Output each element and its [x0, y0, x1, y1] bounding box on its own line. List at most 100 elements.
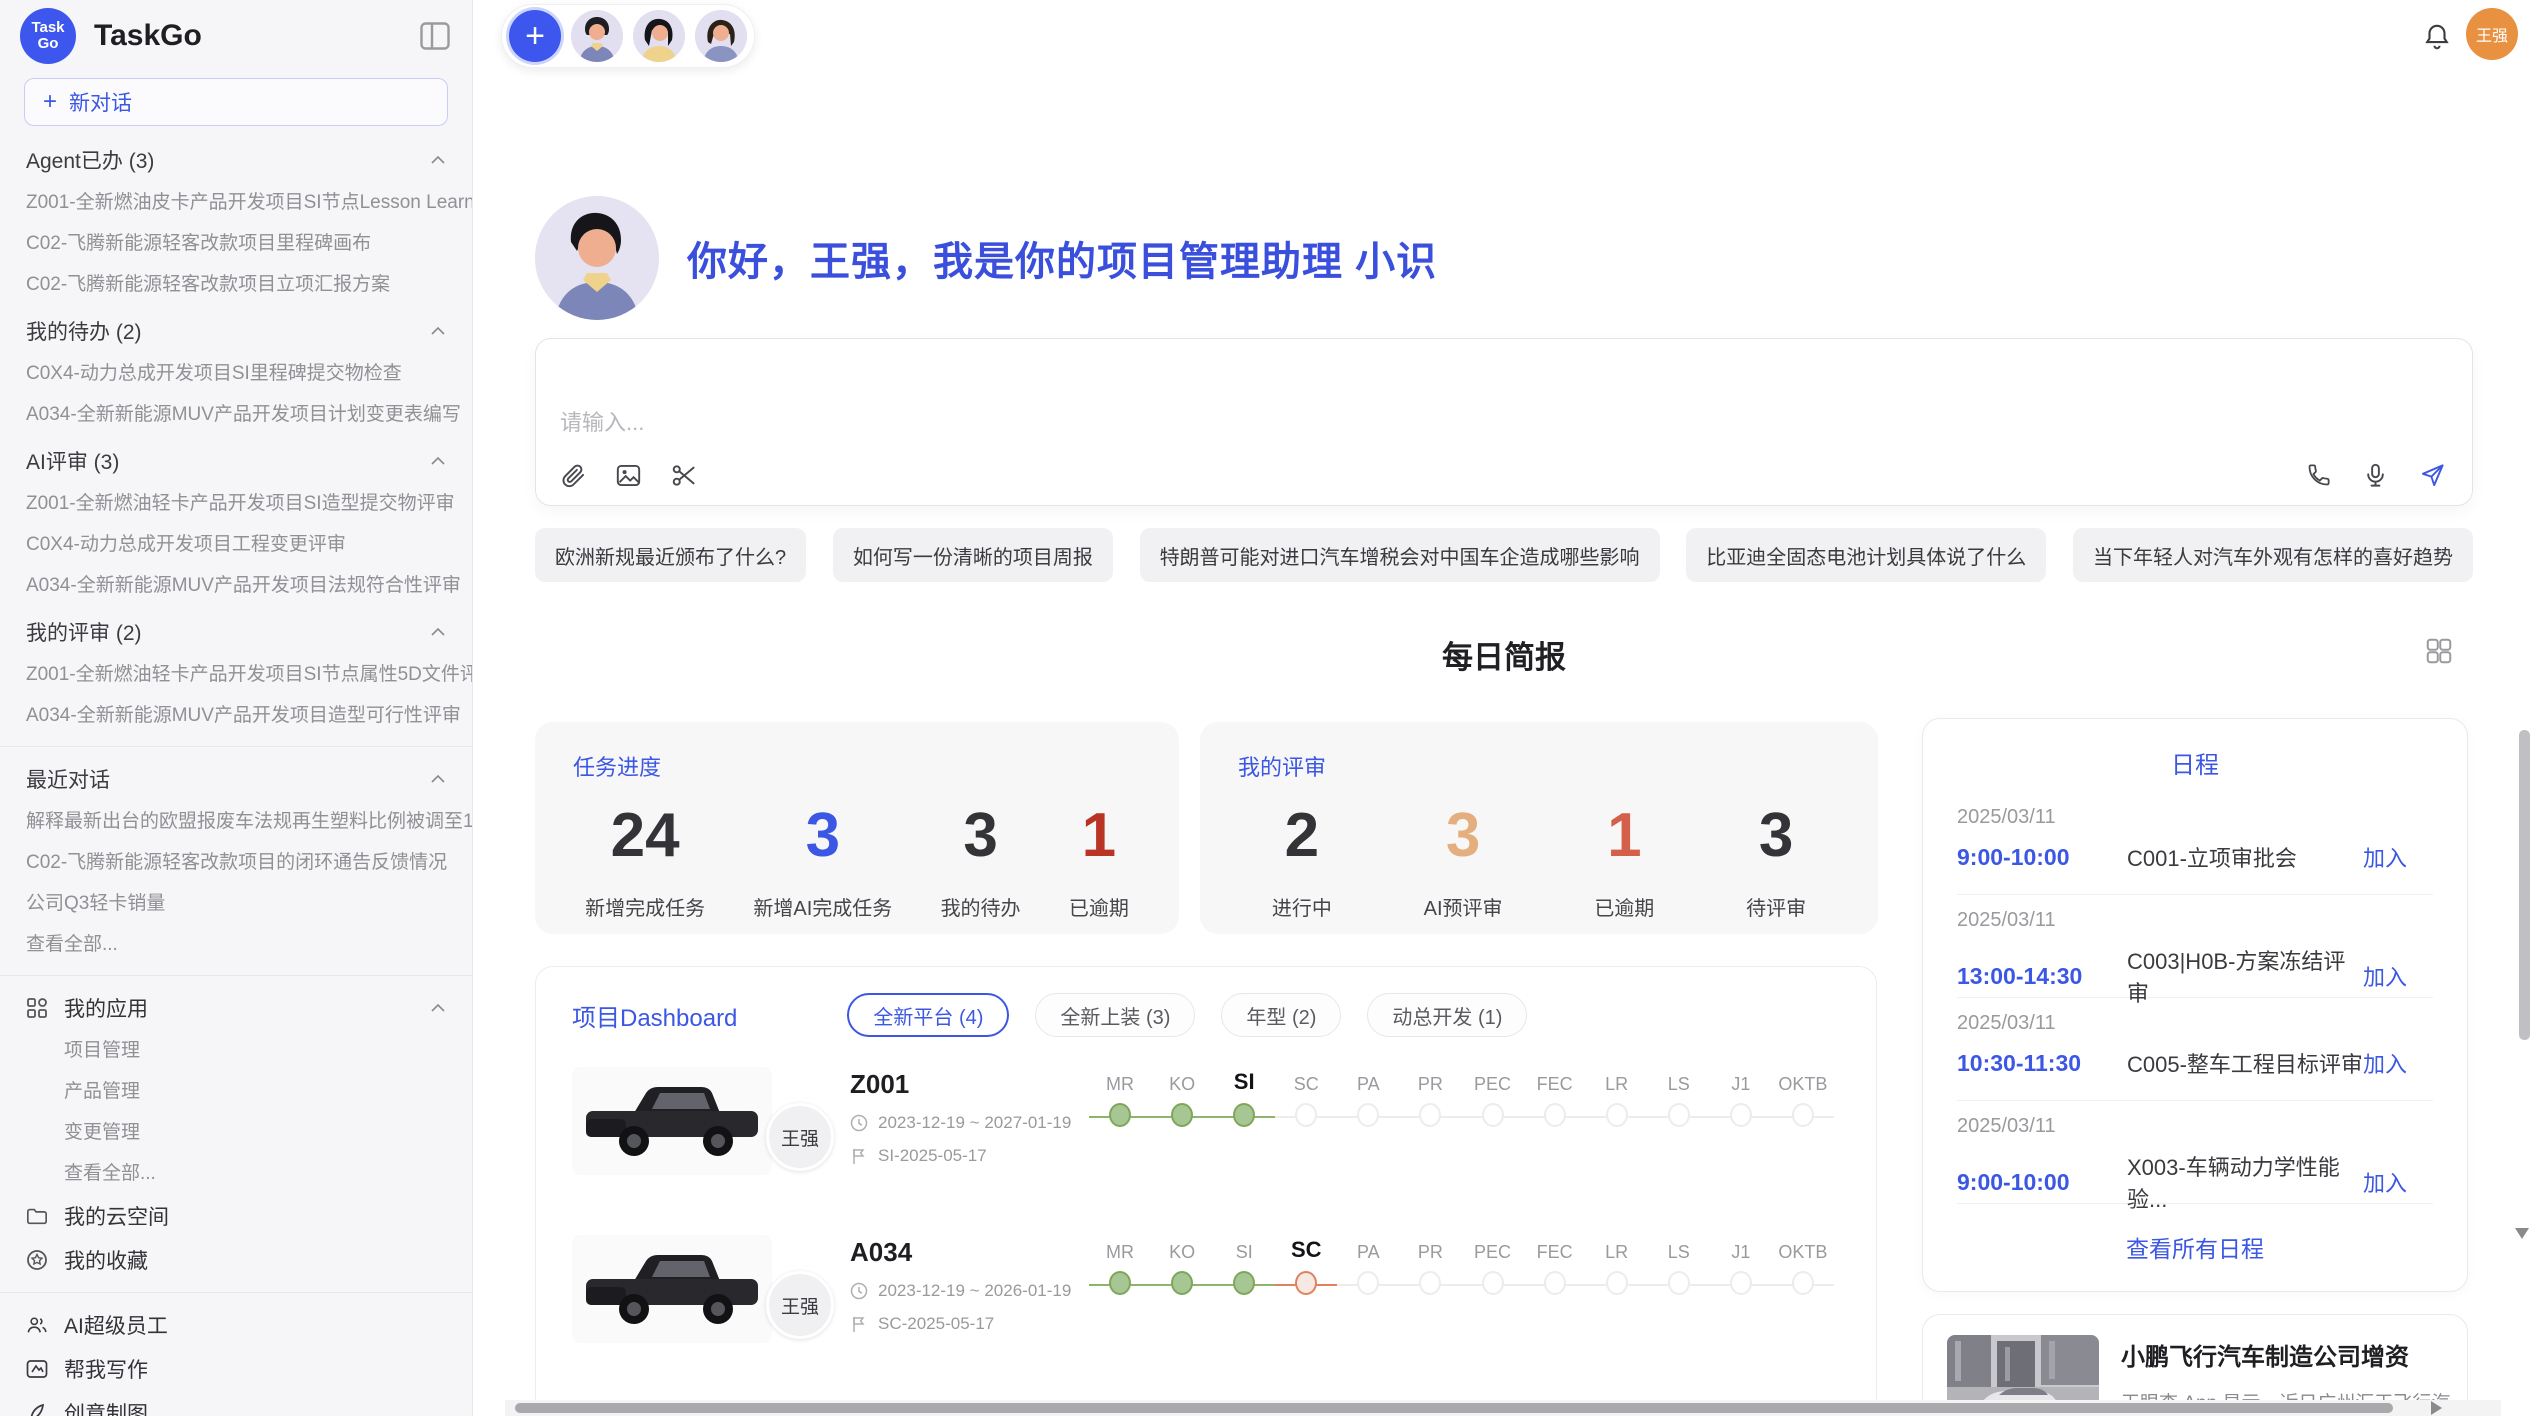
sidebar-task-item[interactable]: C0X4-动力总成开发项目工程变更评审	[0, 524, 472, 565]
section-agent-done[interactable]: Agent已办 (3)	[0, 138, 472, 182]
milestone-label: J1	[1710, 1235, 1772, 1269]
new-chat-button[interactable]: + 新对话	[24, 78, 448, 126]
suggestion-chip[interactable]: 如何写一份清晰的项目周报	[833, 528, 1113, 582]
sidebar-item-my-apps[interactable]: 我的应用	[0, 986, 472, 1030]
milestone: FEC	[1524, 1067, 1586, 1215]
view-all-schedule-link[interactable]: 查看所有日程	[1923, 1230, 2467, 1264]
suggestion-chip[interactable]: 当下年轻人对汽车外观有怎样的喜好趋势	[2073, 528, 2473, 582]
sidebar-task-item[interactable]: Z001-全新燃油轻卡产品开发项目SI造型提交物评审	[0, 483, 472, 524]
image-icon[interactable]	[615, 462, 642, 489]
sidebar-collapse-icon[interactable]	[420, 22, 450, 50]
scroll-down-arrow-icon[interactable]	[2515, 1228, 2529, 1239]
chevron-up-icon[interactable]	[430, 1003, 446, 1013]
project-info: Z001 2023-12-19 ~ 2027-01-19 SI-2025-05-…	[850, 1061, 1075, 1215]
join-link[interactable]: 加入	[2363, 960, 2433, 992]
section-recent-chats[interactable]: 最近对话	[0, 757, 472, 801]
dashboard-tab[interactable]: 全新平台 (4)	[847, 993, 1009, 1037]
suggestion-chip[interactable]: 特朗普可能对进口汽车增税会对中国车企造成哪些影响	[1140, 528, 1660, 582]
milestone: PA	[1337, 1235, 1399, 1383]
agent-avatar-3[interactable]	[695, 10, 747, 62]
layout-grid-icon[interactable]	[2424, 636, 2454, 666]
app-link[interactable]: 项目管理	[0, 1030, 472, 1071]
stat-label: AI预评审	[1424, 892, 1503, 921]
join-link[interactable]: 加入	[2363, 1047, 2433, 1079]
milestone-label: FEC	[1524, 1067, 1586, 1101]
scroll-right-arrow-icon[interactable]	[2431, 1401, 2442, 1415]
message-composer[interactable]: 请输入...	[535, 338, 2473, 506]
dashboard-tab[interactable]: 年型 (2)	[1221, 993, 1341, 1037]
sidebar-item-cloud-space[interactable]: 我的云空间	[0, 1194, 472, 1238]
notifications-bell-icon[interactable]	[2422, 22, 2452, 52]
milestone: PA	[1337, 1067, 1399, 1215]
dashboard-tab[interactable]: 全新上装 (3)	[1035, 993, 1195, 1037]
logo-text-2: Go	[38, 36, 59, 52]
project-dashboard-card: 项目Dashboard 全新平台 (4)全新上装 (3)年型 (2)动总开发 (…	[535, 966, 1877, 1416]
schedule-time: 9:00-10:00	[1957, 1169, 2127, 1196]
project-row[interactable]: 王强 Z001 2023-12-19 ~ 2027-01-19 SI-2025-…	[536, 1047, 1876, 1215]
schedule-date: 2025/03/11	[1957, 909, 2433, 932]
dashboard-tab[interactable]: 动总开发 (1)	[1367, 993, 1527, 1037]
schedule-list: 2025/03/11 9:00-10:00 C001-立项审批会 加入 2025…	[1923, 792, 2467, 1204]
stat-label: 新增AI完成任务	[753, 892, 892, 921]
sidebar-task-item[interactable]: C02-飞腾新能源轻客改款项目立项汇报方案	[0, 264, 472, 305]
project-dates: 2023-12-19 ~ 2026-01-19	[850, 1281, 1075, 1301]
microphone-icon[interactable]	[2362, 462, 2389, 489]
milestone-dot	[1461, 1103, 1523, 1131]
chevron-up-icon[interactable]	[430, 627, 446, 637]
sidebar-task-item[interactable]: Z001-全新燃油皮卡产品开发项目SI节点Lesson Learn报告	[0, 182, 472, 223]
suggestion-chip[interactable]: 比亚迪全固态电池计划具体说了什么	[1686, 528, 2046, 582]
chevron-up-icon[interactable]	[430, 456, 446, 466]
sidebar-task-item[interactable]: C02-飞腾新能源轻客改款项目里程碑画布	[0, 223, 472, 264]
apps-view-all[interactable]: 查看全部...	[0, 1153, 472, 1194]
project-flag-milestone: SC-2025-05-17	[850, 1314, 1075, 1334]
sidebar-task-item[interactable]: C0X4-动力总成开发项目SI里程碑提交物检查	[0, 353, 472, 394]
sidebar-task-item[interactable]: A034-全新新能源MUV产品开发项目计划变更表编写	[0, 394, 472, 435]
section-ai-review[interactable]: AI评审 (3)	[0, 439, 472, 483]
recent-chat-item[interactable]: 解释最新出台的欧盟报废车法规再生塑料比例被调至15%...	[0, 801, 472, 842]
sidebar-task-item[interactable]: Z001-全新燃油轻卡产品开发项目SI节点属性5D文件评审	[0, 654, 472, 695]
sidebar-task-item[interactable]: A034-全新新能源MUV产品开发项目造型可行性评审	[0, 695, 472, 736]
agent-avatar-2[interactable]	[633, 10, 685, 62]
chevron-up-icon[interactable]	[430, 326, 446, 336]
user-avatar[interactable]: 王强	[2466, 8, 2518, 60]
stat-value: 2	[1272, 800, 1332, 872]
section-my-review[interactable]: 我的评审 (2)	[0, 610, 472, 654]
stat-value: 3	[753, 800, 892, 872]
sidebar-item-favorites[interactable]: 我的收藏	[0, 1238, 472, 1282]
stat-label: 已逾期	[1069, 892, 1129, 921]
my-review-card: 我的评审 2 进行中 3 AI预评审 1 已逾期 3	[1200, 722, 1878, 934]
sidebar-item-write-helper[interactable]: 帮我写作	[0, 1347, 472, 1391]
suggestion-chip[interactable]: 欧洲新规最近颁布了什么?	[535, 528, 806, 582]
phone-icon[interactable]	[2305, 462, 2332, 489]
sidebar-task-item[interactable]: A034-全新新能源MUV产品开发项目法规符合性评审	[0, 565, 472, 606]
project-row[interactable]: 王强 A034 2023-12-19 ~ 2026-01-19 SC-2025-…	[536, 1215, 1876, 1383]
sidebar-item-ai-staff[interactable]: AI超级员工	[0, 1303, 472, 1347]
vertical-scrollbar-thumb[interactable]	[2519, 730, 2530, 1040]
schedule-panel: 日程 2025/03/11 9:00-10:00 C001-立项审批会 加入 2…	[1922, 718, 2468, 1292]
chevron-up-icon[interactable]	[430, 774, 446, 784]
milestone-label: PA	[1337, 1235, 1399, 1269]
app-link[interactable]: 变更管理	[0, 1112, 472, 1153]
horizontal-scrollbar-thumb[interactable]	[515, 1403, 2393, 1413]
scissors-icon[interactable]	[670, 462, 697, 489]
chevron-up-icon[interactable]	[430, 155, 446, 165]
my-review-stats: 2 进行中 3 AI预评审 1 已逾期 3 待评审	[1200, 800, 1878, 921]
milestone: LS	[1648, 1235, 1710, 1383]
attachment-icon[interactable]	[560, 462, 587, 489]
agent-avatar-1[interactable]	[571, 10, 623, 62]
composer-left-tools	[560, 462, 697, 489]
recent-chat-item[interactable]: C02-飞腾新能源轻客改款项目的闭环通告反馈情况	[0, 842, 472, 883]
sidebar-item-creative-drawing[interactable]: 创意制图	[0, 1391, 472, 1416]
send-icon[interactable]	[2419, 462, 2446, 489]
project-owner-badge: 王强	[766, 1271, 834, 1339]
milestone: SC	[1275, 1067, 1337, 1215]
add-agent-button[interactable]: +	[509, 10, 561, 62]
app-link[interactable]: 产品管理	[0, 1071, 472, 1112]
recent-chat-item[interactable]: 公司Q3轻卡销量	[0, 883, 472, 924]
join-link[interactable]: 加入	[2363, 1166, 2433, 1198]
milestone-dot	[1648, 1271, 1710, 1299]
section-my-todo[interactable]: 我的待办 (2)	[0, 309, 472, 353]
recent-view-all[interactable]: 查看全部...	[0, 924, 472, 965]
join-link[interactable]: 加入	[2363, 841, 2433, 873]
stat-label: 已逾期	[1594, 892, 1654, 921]
